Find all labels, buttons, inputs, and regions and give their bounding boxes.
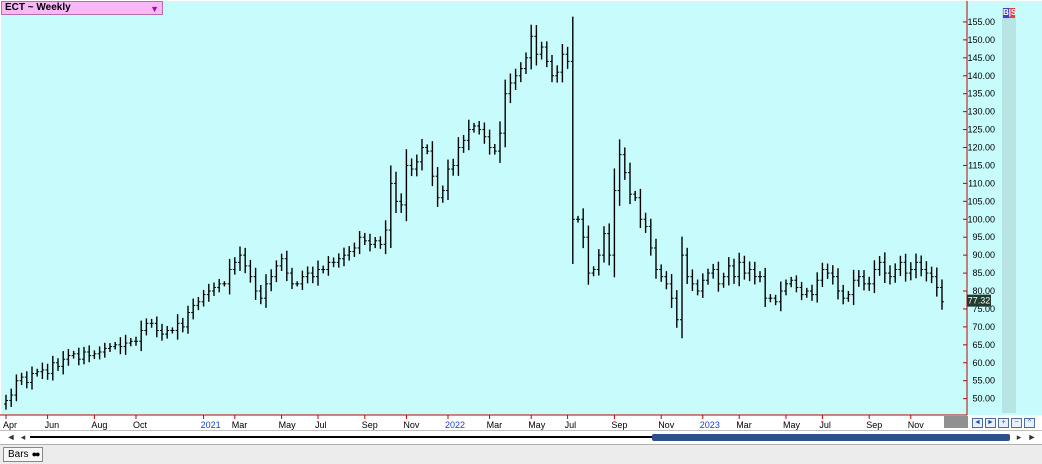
two-circles-icon: ●● <box>31 449 41 459</box>
x-tick-label: Jul <box>315 420 327 430</box>
scroll-thumb[interactable] <box>652 434 1010 441</box>
y-tick-label: 125.00 <box>967 125 995 135</box>
up-caret-icon: ^ <box>1027 419 1032 426</box>
chart-frame: 50.00 55.00 60.00 65.00 70.00 75.00 80.00 85.00… <box>0 0 1042 430</box>
y-tick-label: 105.00 <box>967 196 995 206</box>
x-tick-label: Apr <box>3 420 17 430</box>
scroll-left-step-icon[interactable]: ◂ <box>16 431 30 443</box>
y-tick-label: 100.00 <box>967 214 995 224</box>
x-tick-label: Jun <box>45 420 60 430</box>
x-tick-label: Jul <box>819 420 831 430</box>
y-tick-label: 90.00 <box>972 250 995 260</box>
x-tick-label: 2022 <box>445 420 465 430</box>
x-axis-end-marker <box>944 416 968 428</box>
zoom-out-button[interactable]: − <box>1011 418 1022 428</box>
y-tick-label: 120.00 <box>967 143 995 153</box>
scroll-right-button[interactable]: ► <box>985 418 996 428</box>
y-tick-label: 70.00 <box>972 322 995 332</box>
scroll-right-step-icon[interactable]: ▸ <box>1012 431 1026 443</box>
y-tick-label: 60.00 <box>972 358 995 368</box>
x-tick-label: Sep <box>362 420 378 430</box>
plot-area <box>1 1 967 415</box>
x-tick-label: May <box>783 420 801 430</box>
zoom-in-button[interactable]: + <box>998 418 1009 428</box>
x-tick-label: Aug <box>91 420 107 430</box>
scroll-left-button[interactable]: ◄ <box>972 418 983 428</box>
x-tick-label: Mar <box>736 420 752 430</box>
y-tick-label: 110.00 <box>968 178 995 188</box>
scroll-right-arrow-icon[interactable]: ► <box>1025 431 1039 443</box>
x-tick-label: Nov <box>658 420 675 430</box>
tab-bars[interactable]: Bars ●● <box>3 447 44 462</box>
small-right-arrow-icon: ► <box>987 419 994 426</box>
y-tick-label: 55.00 <box>972 376 995 386</box>
x-tick-label: Jul <box>565 420 577 430</box>
y-tick-label: 130.00 <box>967 107 995 117</box>
bottom-tab-bar: Bars ●● <box>0 444 1042 464</box>
symbol-title: ECT ~ Weekly <box>5 2 71 13</box>
y-tick-label: 150.00 <box>967 35 995 45</box>
scroll-up-button[interactable]: ^ <box>1024 418 1035 428</box>
y-tick-label: 95.00 <box>972 232 995 242</box>
y-tick-label: 80.00 <box>972 286 995 296</box>
x-tick-label: Sep <box>866 420 882 430</box>
x-tick-label: Nov <box>403 420 420 430</box>
symbol-title-box[interactable]: ECT ~ Weekly ▼ <box>1 1 163 15</box>
zoom-out-icon: − <box>1014 419 1019 426</box>
y-tick-label: 65.00 <box>972 340 995 350</box>
color-box-icon[interactable]: B|S <box>1003 8 1016 18</box>
x-tick-label: Mar <box>487 420 503 430</box>
time-axis: Apr Jun Aug Oct 2021 Mar May Jul Sep Nov 2022 Mar Ma… <box>3 415 924 430</box>
y-tick-label: 50.00 <box>972 394 995 404</box>
x-tick-label: May <box>279 420 297 430</box>
last-price-tag: 77.32 <box>967 294 991 307</box>
x-tick-label: 2021 <box>201 420 221 430</box>
x-tick-label: Sep <box>611 420 627 430</box>
small-left-arrow-icon: ◄ <box>974 419 981 426</box>
x-tick-label: Oct <box>133 420 148 430</box>
y-tick-label: 155.00 <box>967 17 995 27</box>
horizontal-scrollbar[interactable]: ◄ ◂ ▸ ► <box>0 430 1042 443</box>
x-tick-label: Mar <box>232 420 248 430</box>
triangle-down-icon[interactable]: ▼ <box>150 3 159 15</box>
x-tick-label: May <box>528 420 546 430</box>
x-tick-label: 2023 <box>700 420 720 430</box>
x-tick-label: Nov <box>908 420 925 430</box>
y-tick-label: 85.00 <box>972 268 995 278</box>
y-tick-label: 140.00 <box>967 71 995 81</box>
y-tick-label: 115.00 <box>968 160 995 170</box>
y-tick-label: 145.00 <box>967 53 995 63</box>
zoom-in-icon: + <box>1001 419 1006 426</box>
price-chart[interactable]: 50.0055.0060.0065.0070.0075.0080.0085.00… <box>0 0 1042 430</box>
right-margin-strip <box>1002 8 1016 413</box>
last-price-value: 77.32 <box>968 296 991 306</box>
y-tick-label: 135.00 <box>967 89 995 99</box>
tab-bars-label: Bars <box>8 449 29 460</box>
